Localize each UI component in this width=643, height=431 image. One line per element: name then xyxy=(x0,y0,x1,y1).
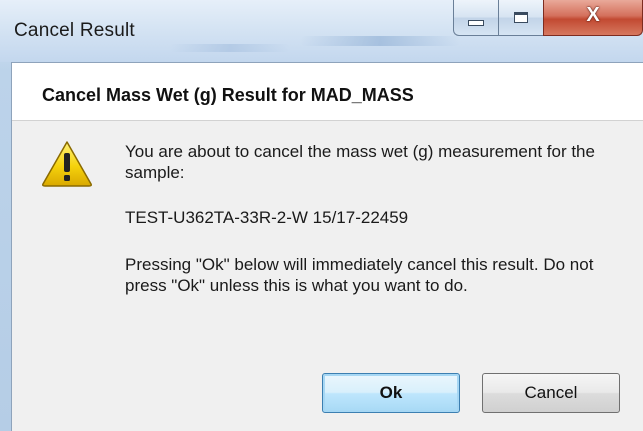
caption-buttons: X xyxy=(453,0,643,40)
ok-button[interactable]: Ok xyxy=(322,373,460,413)
cancel-result-window: Cancel Result X Cancel Mass Wet (g) Resu… xyxy=(0,0,643,431)
dialog-header: Cancel Mass Wet (g) Result for MAD_MASS xyxy=(12,63,643,121)
close-icon: X xyxy=(586,4,600,26)
cancel-button[interactable]: Cancel xyxy=(482,373,620,413)
title-bar[interactable]: Cancel Result X xyxy=(0,0,643,62)
title-bar-glass-2 xyxy=(170,44,290,52)
minimize-icon xyxy=(468,19,484,26)
window-title: Cancel Result xyxy=(14,20,135,41)
warning-icon xyxy=(42,141,92,187)
sample-id: TEST-U362TA-33R-2-W 15/17-22459 xyxy=(125,208,409,227)
message-warning: Pressing "Ok" below will immediately can… xyxy=(125,255,594,295)
title-bar-glass xyxy=(300,36,460,46)
dialog-heading: Cancel Mass Wet (g) Result for MAD_MASS xyxy=(42,85,414,105)
maximize-button[interactable] xyxy=(498,0,543,36)
maximize-icon xyxy=(514,12,528,23)
close-button[interactable]: X xyxy=(543,0,643,36)
message-intro: You are about to cancel the mass wet (g)… xyxy=(125,142,595,182)
minimize-button[interactable] xyxy=(453,0,498,36)
message-text: You are about to cancel the mass wet (g)… xyxy=(125,141,605,296)
dialog-body: Cancel Mass Wet (g) Result for MAD_MASS … xyxy=(11,62,643,431)
